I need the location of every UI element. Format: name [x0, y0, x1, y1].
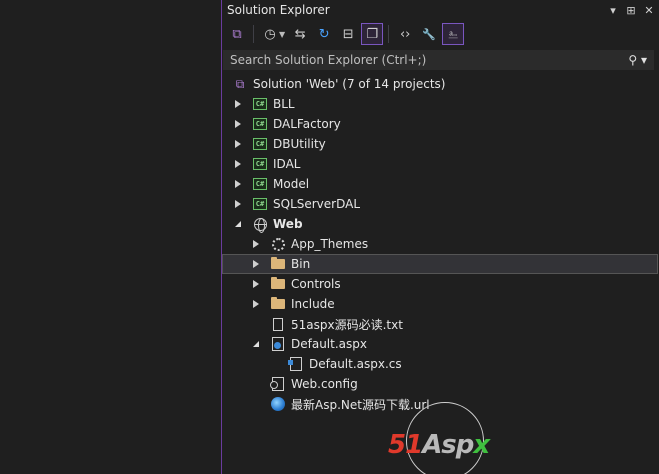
collapse-arrow-icon[interactable]	[232, 218, 244, 230]
expand-arrow-icon[interactable]	[250, 238, 262, 250]
tree-item-label: Web	[273, 217, 303, 231]
url-globe-icon	[270, 396, 286, 412]
collapse-arrow-icon[interactable]	[250, 338, 262, 350]
tree-item-label: Web.config	[291, 377, 358, 391]
web-project-icon	[252, 216, 268, 233]
preview-icon[interactable]: ⎁	[442, 23, 465, 45]
folder-icon	[270, 256, 286, 272]
refresh-icon[interactable]: ↻	[313, 23, 335, 45]
tree-item-label: Bin	[291, 257, 311, 271]
tree-item-include[interactable]: Include	[222, 294, 658, 314]
watermark-subtext	[388, 460, 508, 470]
editor-area	[0, 0, 221, 474]
tree-item-label: SQLServerDAL	[273, 197, 361, 211]
search-input[interactable]	[230, 53, 629, 67]
tree-item-project-web[interactable]: Web	[222, 214, 658, 234]
config-file-icon	[270, 376, 286, 392]
tree-item-label: Include	[291, 297, 335, 311]
tree-item-default-aspx-cs[interactable]: Default.aspx.cs	[222, 354, 658, 374]
tree-item-project-idal[interactable]: C# IDAL	[222, 154, 658, 174]
panel-title: Solution Explorer	[227, 3, 330, 17]
search-icon[interactable]: ⚲ ▾	[628, 53, 647, 67]
tree-item-bin[interactable]: Bin	[222, 254, 658, 274]
code-view-icon[interactable]: ‹›	[394, 23, 416, 45]
tree-item-label: IDAL	[273, 157, 301, 171]
watermark-asp: Asp	[422, 430, 474, 460]
watermark-51: 51	[388, 430, 423, 460]
folder-icon	[270, 276, 286, 292]
close-icon[interactable]: ✕	[641, 2, 657, 18]
tree-item-project-model[interactable]: C# Model	[222, 174, 658, 194]
theme-folder-icon	[270, 236, 286, 252]
tree-item-label: App_Themes	[291, 237, 369, 251]
csharp-file-icon	[288, 356, 304, 372]
51aspx-watermark-logo: 51Aspx	[383, 402, 523, 474]
solution-tree: ⧉ Solution 'Web' (7 of 14 projects) C# B…	[222, 74, 658, 414]
csharp-project-icon: C#	[252, 116, 268, 132]
pin-icon[interactable]: ⊞	[623, 2, 639, 18]
toolbar-separator	[253, 25, 254, 43]
expand-arrow-icon[interactable]	[232, 98, 244, 110]
tree-item-label: Controls	[291, 277, 341, 291]
expand-arrow-icon[interactable]	[232, 178, 244, 190]
expand-arrow-icon[interactable]	[250, 278, 262, 290]
tree-item-label: 51aspx源码必读.txt	[291, 317, 403, 332]
tree-item-label: DALFactory	[273, 117, 341, 131]
csharp-project-icon: C#	[252, 176, 268, 192]
tree-item-label: Default.aspx.cs	[309, 357, 402, 371]
sync-icon[interactable]: ⇆	[289, 23, 311, 45]
watermark-text: 51Aspx	[388, 430, 490, 460]
tree-item-default-aspx[interactable]: Default.aspx	[222, 334, 658, 354]
expand-arrow-icon[interactable]	[250, 258, 262, 270]
tree-item-readme-txt[interactable]: 51aspx源码必读.txt	[222, 314, 658, 334]
tree-item-project-dalfactory[interactable]: C# DALFactory	[222, 114, 658, 134]
expand-arrow-icon[interactable]	[232, 158, 244, 170]
collapse-all-icon[interactable]: ⊟	[337, 23, 359, 45]
tree-item-label: Default.aspx	[291, 337, 367, 351]
csharp-project-icon: C#	[252, 196, 268, 212]
csharp-project-icon: C#	[252, 136, 268, 152]
expand-arrow-icon[interactable]	[250, 298, 262, 310]
tree-item-controls[interactable]: Controls	[222, 274, 658, 294]
properties-icon[interactable]: 🔧	[418, 23, 440, 45]
tree-item-project-bll[interactable]: C# BLL	[222, 94, 658, 114]
aspx-file-icon	[270, 336, 286, 352]
chevron-down-icon[interactable]: ▼	[279, 30, 285, 39]
tree-item-project-dbutility[interactable]: C# DBUtility	[222, 134, 658, 154]
text-file-icon	[270, 316, 286, 332]
folder-icon	[270, 296, 286, 312]
tree-item-project-sqlserverdal[interactable]: C# SQLServerDAL	[222, 194, 658, 214]
tree-item-label: Solution 'Web' (7 of 14 projects)	[253, 77, 446, 91]
search-box: ⚲ ▾	[223, 50, 654, 70]
tree-item-web-config[interactable]: Web.config	[222, 374, 658, 394]
history-icon[interactable]: ◷	[259, 23, 281, 45]
toolbar-separator	[388, 25, 390, 43]
tree-item-label: Model	[273, 177, 310, 191]
tree-item-label: DBUtility	[273, 137, 326, 151]
csharp-project-icon: C#	[252, 156, 268, 172]
solution-icon: ⧉	[235, 76, 245, 91]
vs-solution-icon[interactable]: ⧉	[226, 23, 248, 45]
tree-item-label: BLL	[273, 97, 295, 111]
show-all-files-icon[interactable]: ❐	[361, 23, 384, 45]
expand-arrow-icon[interactable]	[232, 138, 244, 150]
panel-title-bar: Solution Explorer ▾ ⊞ ✕	[222, 0, 659, 20]
tree-item-solution[interactable]: ⧉ Solution 'Web' (7 of 14 projects)	[222, 74, 658, 94]
expand-arrow-icon[interactable]	[232, 198, 244, 210]
watermark-x: x	[473, 430, 490, 460]
expand-arrow-icon[interactable]	[232, 118, 244, 130]
chevron-down-icon[interactable]: ▾	[605, 2, 621, 18]
csharp-project-icon: C#	[252, 96, 268, 112]
panel-toolbar: ⧉ ◷ ▼ ⇆ ↻ ⊟ ❐ ‹› 🔧 ⎁	[222, 20, 659, 48]
tree-item-app-themes[interactable]: App_Themes	[222, 234, 658, 254]
